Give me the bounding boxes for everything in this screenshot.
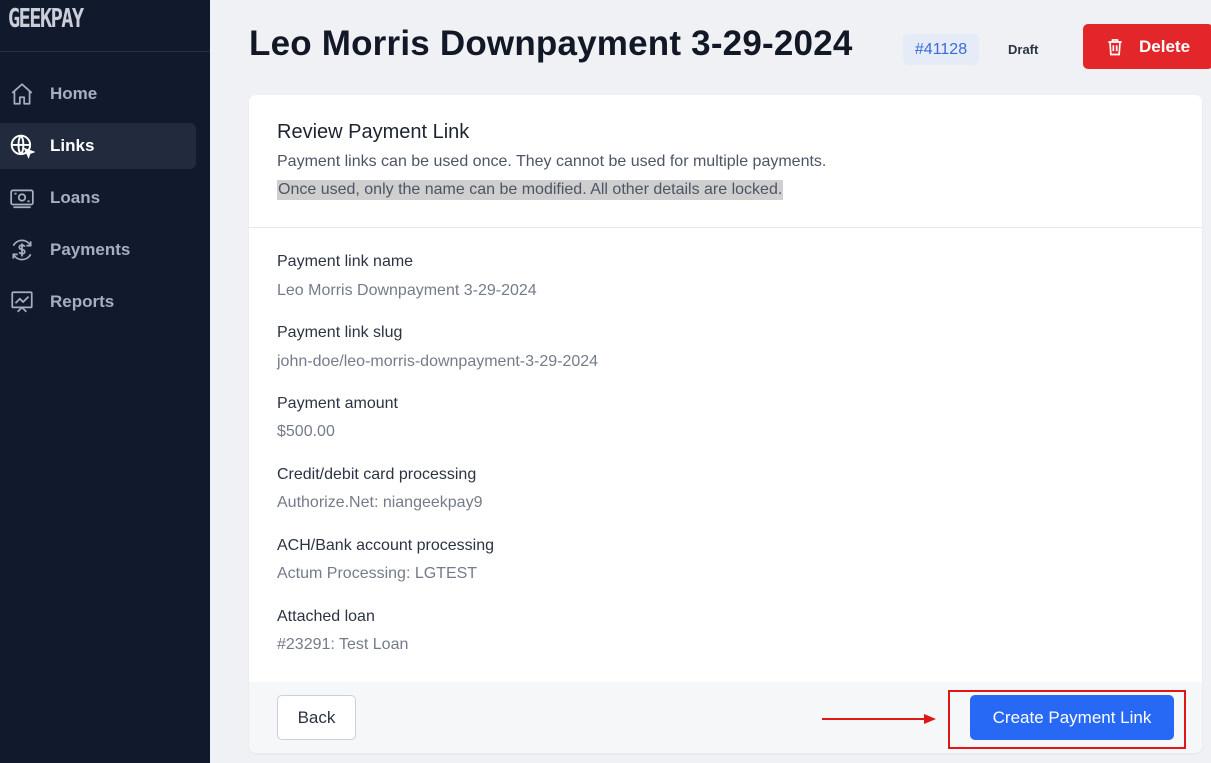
annotation-arrow <box>822 714 936 724</box>
divider <box>0 51 210 52</box>
sidebar-item-home[interactable]: Home <box>0 71 196 117</box>
card-header: Review Payment Link Payment links can be… <box>249 95 1202 228</box>
field-label-card-processing: Credit/debit card processing <box>277 466 477 483</box>
sidebar-item-label: Home <box>50 84 98 103</box>
field-value-name: Leo Morris Downpayment 3-29-2024 <box>277 282 537 299</box>
globe-link-icon <box>8 132 36 160</box>
field-value-slug: john-doe/leo-morris-downpayment-3-29-202… <box>277 353 599 370</box>
field-value-attached-loan: #23291: Test Loan <box>277 636 409 653</box>
field-label-ach-processing: ACH/Bank account processing <box>277 537 494 554</box>
sidebar-item-payments[interactable]: Payments <box>0 227 196 273</box>
delete-button[interactable]: Delete <box>1083 24 1211 69</box>
sidebar-item-loans[interactable]: Loans <box>0 175 196 221</box>
field-value-card-processing: Authorize.Net: niangeekpay9 <box>277 494 483 511</box>
field-label-slug: Payment link slug <box>277 324 403 341</box>
card-title: Review Payment Link <box>277 121 470 143</box>
status-badge: Draft <box>1008 42 1039 57</box>
annotation-highlight-box <box>948 690 1186 749</box>
sidebar-item-label: Loans <box>50 188 101 207</box>
dollar-cycle-icon <box>8 236 36 264</box>
money-icon <box>8 184 36 212</box>
sidebar-item-label: Links <box>50 136 95 155</box>
home-icon <box>8 80 36 108</box>
chart-board-icon <box>8 288 36 316</box>
field-value-ach-processing: Actum Processing: LGTEST <box>277 565 478 582</box>
delete-button-label: Delete <box>1139 36 1191 56</box>
back-button[interactable]: Back <box>277 695 356 740</box>
sidebar: GEEKPAY Home Links Loans Payments Report… <box>0 0 210 763</box>
id-badge: #41128 <box>903 34 979 65</box>
app-logo[interactable]: GEEKPAY <box>8 4 84 34</box>
field-value-amount: $500.00 <box>277 423 335 440</box>
sidebar-item-reports[interactable]: Reports <box>0 279 196 325</box>
card-description: Payment links can be used once. They can… <box>277 153 827 170</box>
sidebar-item-links[interactable]: Links <box>0 123 196 169</box>
trash-icon <box>1105 37 1125 57</box>
sidebar-item-label: Reports <box>50 292 115 311</box>
sidebar-item-label: Payments <box>50 240 131 259</box>
field-label-amount: Payment amount <box>277 395 398 412</box>
page-title: Leo Morris Downpayment 3-29-2024 <box>249 24 853 63</box>
card-description-highlighted: Once used, only the name can be modified… <box>277 180 784 200</box>
field-label-attached-loan: Attached loan <box>277 608 375 625</box>
review-card: Review Payment Link Payment links can be… <box>249 95 1202 753</box>
main-content: Leo Morris Downpayment 3-29-2024 #41128 … <box>210 0 1211 763</box>
field-label-name: Payment link name <box>277 253 414 270</box>
